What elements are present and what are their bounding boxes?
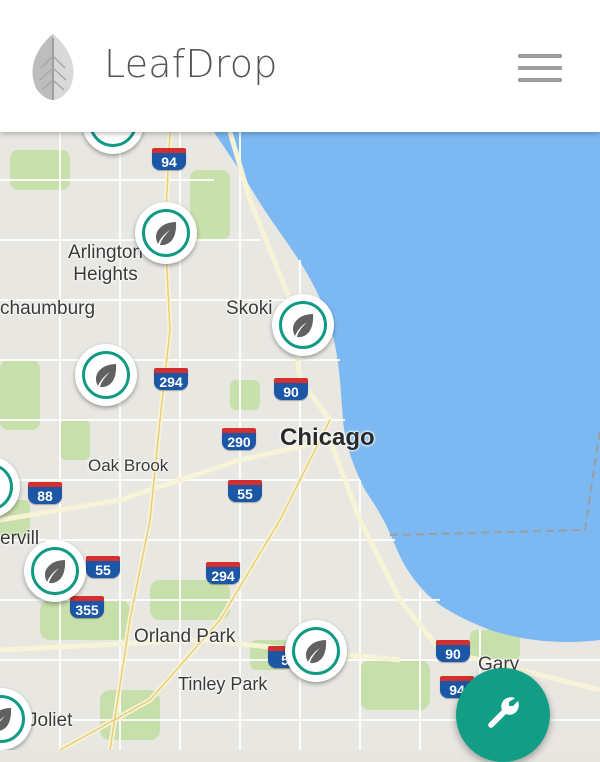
shield-i90-north: 90 (274, 378, 308, 400)
label-chicago: Chicago (280, 424, 375, 451)
shield-i294-south: 294 (206, 562, 240, 584)
label-schaumburg: chaumburg (0, 298, 96, 319)
leaf-pin-orland[interactable] (285, 620, 347, 682)
shield-i90-south: 90 (436, 640, 470, 662)
label-orland-park: Orland Park (134, 626, 236, 647)
leaf-pin-skokie[interactable] (272, 294, 334, 356)
label-naperville: ervill (0, 528, 40, 549)
app-title: LeafDrop (104, 42, 278, 86)
leaf-icon (293, 314, 314, 338)
leaf-icon (306, 640, 327, 664)
tools-fab-button[interactable] (456, 668, 550, 762)
shield-i94-north: 94 (152, 148, 186, 170)
shield-i294-north: 294 (154, 368, 188, 390)
hamburger-menu-icon[interactable] (518, 54, 562, 84)
label-tinley-park: Tinley Park (178, 674, 268, 694)
wrench-icon (488, 697, 519, 728)
shield-i55-mid: 55 (228, 480, 262, 502)
label-arlington-heights: Arlington Heights (68, 242, 143, 285)
leaf-icon (45, 560, 66, 584)
label-oak-brook: Oak Brook (88, 456, 169, 475)
label-joliet: Joliet (28, 710, 73, 731)
app-bar: LeafDrop (0, 0, 600, 132)
shield-i55-west: 55 (86, 556, 120, 578)
leaf-pin-schaumburg[interactable] (75, 344, 137, 406)
leaf-logo-icon (24, 32, 82, 102)
leaf-icon (96, 364, 117, 388)
label-skokie: Skoki (226, 298, 273, 319)
leaf-icon (0, 708, 12, 731)
shield-i355: 355 (70, 596, 104, 618)
shield-i88: 88 (28, 482, 62, 504)
map-view[interactable]: Arlington Heights chaumburg Skoki Chicag… (0, 132, 600, 750)
leaf-pin-naperville[interactable] (24, 540, 86, 602)
leaf-icon (156, 222, 177, 246)
leaf-pin-arlington[interactable] (135, 202, 197, 264)
shield-i290: 290 (222, 428, 256, 450)
